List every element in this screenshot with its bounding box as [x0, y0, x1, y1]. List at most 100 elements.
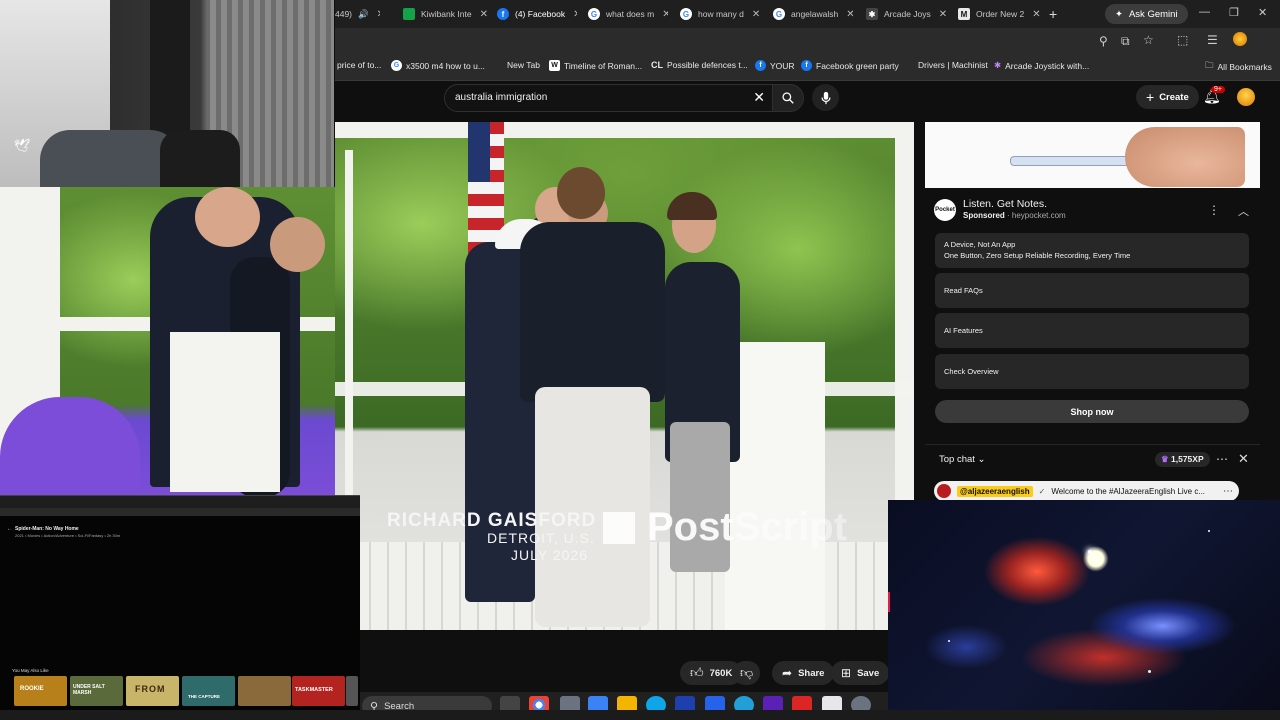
new-tab-button[interactable]: + [1049, 4, 1065, 24]
close-icon[interactable]: ✕ [377, 9, 380, 20]
microphone-icon [820, 91, 831, 104]
save-playlist-icon: ⊞ [841, 666, 852, 680]
voice-search-button[interactable] [812, 84, 839, 111]
close-icon[interactable]: ✕ [1032, 9, 1040, 20]
lower-third-location: DETROIT, U.S. [487, 530, 595, 546]
close-chat-icon[interactable]: ✕ [1238, 451, 1249, 467]
thumb-label: UNDER SALT MARSH [73, 684, 105, 696]
movie-thumbnail[interactable] [238, 676, 291, 706]
close-icon[interactable]: ✕ [752, 9, 760, 20]
bookmark-item[interactable]: ✱ Arcade Joystick with... [994, 60, 1089, 71]
movie-thumbnail[interactable]: FROM [126, 676, 179, 706]
speaker-icon: 🔊 [358, 8, 369, 19]
ask-gemini-button[interactable]: ✦ Ask Gemini [1105, 4, 1188, 24]
bookmark-item[interactable]: Gx3500 m4 how to u... [391, 60, 485, 71]
ad-sponsor-line: Sponsored · heypocket.com [963, 211, 1066, 220]
create-button[interactable]: + Create [1136, 85, 1199, 109]
bookmark-item[interactable]: Drivers | Machinist [918, 60, 988, 70]
more-options-icon[interactable]: ⋯ [1223, 486, 1233, 497]
browser-tab-active[interactable]: f (4) Facebook ✕ [497, 4, 577, 24]
bookmarks-bar: price of to... Gx3500 m4 how to u... New… [335, 54, 1280, 81]
browser-tab[interactable]: 449) 🔊 ✕ [335, 4, 380, 24]
close-icon[interactable]: ✕ [662, 9, 668, 20]
bookmark-label: All Bookmarks [1217, 62, 1272, 72]
ask-gemini-label: Ask Gemini [1128, 8, 1178, 20]
shop-now-button[interactable]: Shop now [935, 400, 1249, 423]
profile-avatar[interactable] [1233, 32, 1247, 46]
lower-third-name: RICHARD GAISFORD [387, 510, 597, 531]
minimize-icon[interactable]: — [1199, 6, 1210, 18]
postscript-logo-mark [603, 512, 635, 544]
bookmark-item[interactable]: f YOUR [755, 60, 795, 71]
dislike-button[interactable]: 👎︎ [733, 661, 761, 685]
tab-label: Arcade Joys [884, 9, 931, 19]
video-player[interactable] [335, 122, 914, 630]
bookmark-item[interactable]: CL Possible defences t... [651, 60, 748, 70]
star [948, 640, 950, 642]
postscript-logo: PostScript [647, 505, 847, 550]
xp-badge[interactable]: ♛ 1,575XP [1155, 452, 1210, 467]
browser-tab[interactable]: G angelawalsh ✕ [773, 4, 853, 24]
more-options-icon[interactable]: ⋯ [1216, 452, 1228, 466]
person-back [520, 222, 665, 402]
back-arrow-icon[interactable]: ← [7, 526, 12, 532]
extensions-icon[interactable]: ⬚ [1177, 33, 1188, 47]
bookmark-label: Timeline of Roman... [564, 60, 643, 71]
bookmark-item[interactable]: W Timeline of Roman... [549, 60, 642, 71]
all-bookmarks-item[interactable]: 🗀 All Bookmarks [1205, 60, 1272, 74]
browser-tab[interactable]: ✱ Arcade Joys ✕ [866, 4, 946, 24]
ad-link-row[interactable]: AI Features [935, 313, 1249, 348]
movie-thumbnail[interactable] [346, 676, 358, 706]
account-avatar[interactable] [1237, 88, 1255, 106]
brand-part-b: Script [733, 505, 848, 549]
movie-thumbnail[interactable]: ROOKIE [14, 676, 67, 706]
top-chat-selector[interactable]: Top chat ⌄ [939, 454, 986, 465]
search-button[interactable] [772, 84, 804, 112]
browser-tab[interactable]: M Order New 2 ✕ [958, 4, 1042, 24]
bookmark-item[interactable]: price of to... [337, 60, 381, 70]
search-input[interactable]: australia immigration ✕ [444, 84, 774, 112]
gemini-icon: ✦ [1115, 8, 1123, 20]
google-icon: G [680, 8, 692, 20]
share-icon: ➦ [782, 666, 793, 680]
ad-link-row[interactable]: Check Overview [935, 354, 1249, 389]
movie-thumbnail[interactable]: TASKMASTER [292, 676, 345, 706]
bookmark-item[interactable]: f Facebook green party [801, 60, 899, 71]
bookmark-item[interactable]: New Tab [507, 60, 540, 70]
person-face [195, 187, 260, 247]
ad-link-row[interactable]: A Device, Not An App One Button, Zero Se… [935, 233, 1249, 268]
zoom-icon[interactable]: ⚲ [1099, 34, 1108, 48]
browser-tab[interactable]: Kiwibank Inte ✕ [403, 4, 491, 24]
inset-address-bar [0, 508, 360, 516]
bookmark-star-icon[interactable]: ☆ [1143, 33, 1154, 47]
wikipedia-icon: W [549, 60, 560, 71]
share-button[interactable]: ➦ Share [772, 661, 835, 685]
close-icon[interactable]: ✕ [573, 9, 577, 20]
reading-list-icon[interactable]: ☰ [1207, 33, 1218, 47]
close-icon[interactable]: ✕ [939, 9, 946, 20]
movie-thumbnail[interactable]: THE CAPTURE [182, 676, 235, 706]
browser-tab[interactable]: G how many d ✕ [680, 4, 760, 24]
bookmark-label: x3500 m4 how to u... [406, 60, 485, 71]
ad-image[interactable] [925, 122, 1260, 188]
close-window-icon[interactable]: ✕ [1258, 6, 1267, 19]
chat-message[interactable]: @aljazeeraenglish ✓ Welcome to the #AlJa… [934, 481, 1239, 501]
movie-thumbnail[interactable]: UNDER SALT MARSH [70, 676, 123, 706]
ad-link-row[interactable]: Read FAQs [935, 273, 1249, 308]
more-options-icon[interactable]: ⋮ [1208, 203, 1220, 217]
close-icon[interactable]: ✕ [846, 9, 853, 20]
save-button[interactable]: ⊞ Save [831, 661, 890, 685]
thumb-label: FROM [135, 684, 166, 694]
pocket-logo[interactable]: Pocket [934, 199, 956, 221]
like-count: 760K [709, 667, 733, 679]
collapse-chevron-icon[interactable]: ︿ [1238, 203, 1249, 219]
screen-share-icon[interactable]: ⧉ [1121, 34, 1130, 49]
clear-search-icon[interactable]: ✕ [753, 89, 765, 106]
close-icon[interactable]: ✕ [480, 9, 488, 20]
verified-check-icon: ✓ [1038, 486, 1046, 496]
tab-label: what does m [606, 9, 655, 19]
ad-title[interactable]: Listen. Get Notes. [963, 198, 1047, 210]
bookmark-label: Drivers | Machinist [918, 60, 988, 70]
browser-tab[interactable]: G what does m ✕ [588, 4, 668, 24]
maximize-icon[interactable]: ❐ [1229, 6, 1239, 19]
